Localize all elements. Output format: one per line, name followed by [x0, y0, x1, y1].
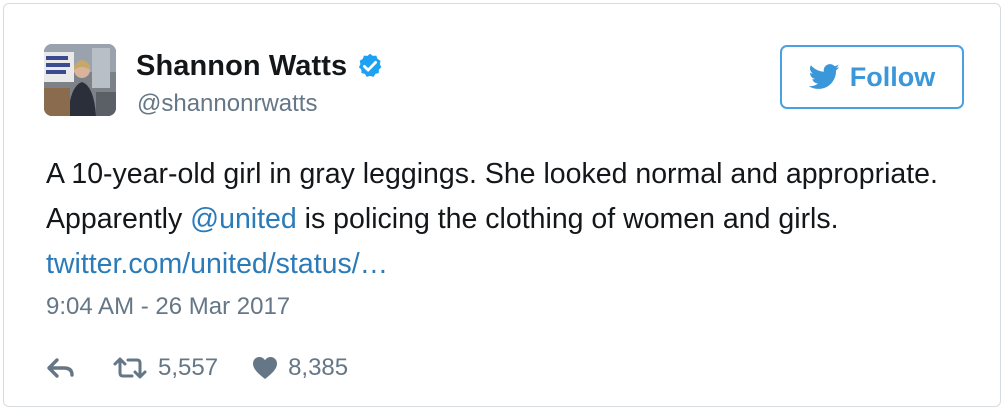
user-handle[interactable]: @shannonrwatts — [137, 90, 317, 118]
tweet-actions: 5,557 8,385 — [46, 348, 348, 388]
mention-link[interactable]: @united — [190, 203, 297, 235]
twitter-bird-icon — [808, 64, 840, 90]
tweet-timestamp[interactable]: 9:04 AM - 26 Mar 2017 — [46, 293, 290, 321]
like-button[interactable]: 8,385 — [252, 354, 348, 382]
reply-button[interactable] — [46, 357, 76, 379]
tweet-text: A 10-year-old girl in gray leggings. She… — [46, 152, 946, 287]
tweet-url-link[interactable]: twitter.com/united/status/… — [46, 248, 388, 280]
profile-photo-icon — [44, 44, 116, 116]
tweet-text-part2: is policing the clothing of women and gi… — [296, 203, 839, 235]
name-row: Shannon Watts — [136, 48, 384, 84]
display-name[interactable]: Shannon Watts — [136, 50, 347, 83]
tweet-card: Shannon Watts @shannonrwatts Follow A 10… — [3, 3, 1001, 407]
like-count: 8,385 — [288, 354, 349, 381]
avatar[interactable] — [44, 44, 116, 116]
follow-button[interactable]: Follow — [780, 45, 964, 109]
follow-button-label: Follow — [849, 61, 936, 92]
retweet-count: 5,557 — [158, 354, 219, 381]
retweet-button[interactable]: 5,557 — [112, 354, 218, 382]
reply-icon — [47, 358, 74, 378]
verified-badge-icon — [356, 52, 384, 80]
heart-icon — [253, 357, 278, 379]
retweet-icon — [113, 357, 147, 379]
